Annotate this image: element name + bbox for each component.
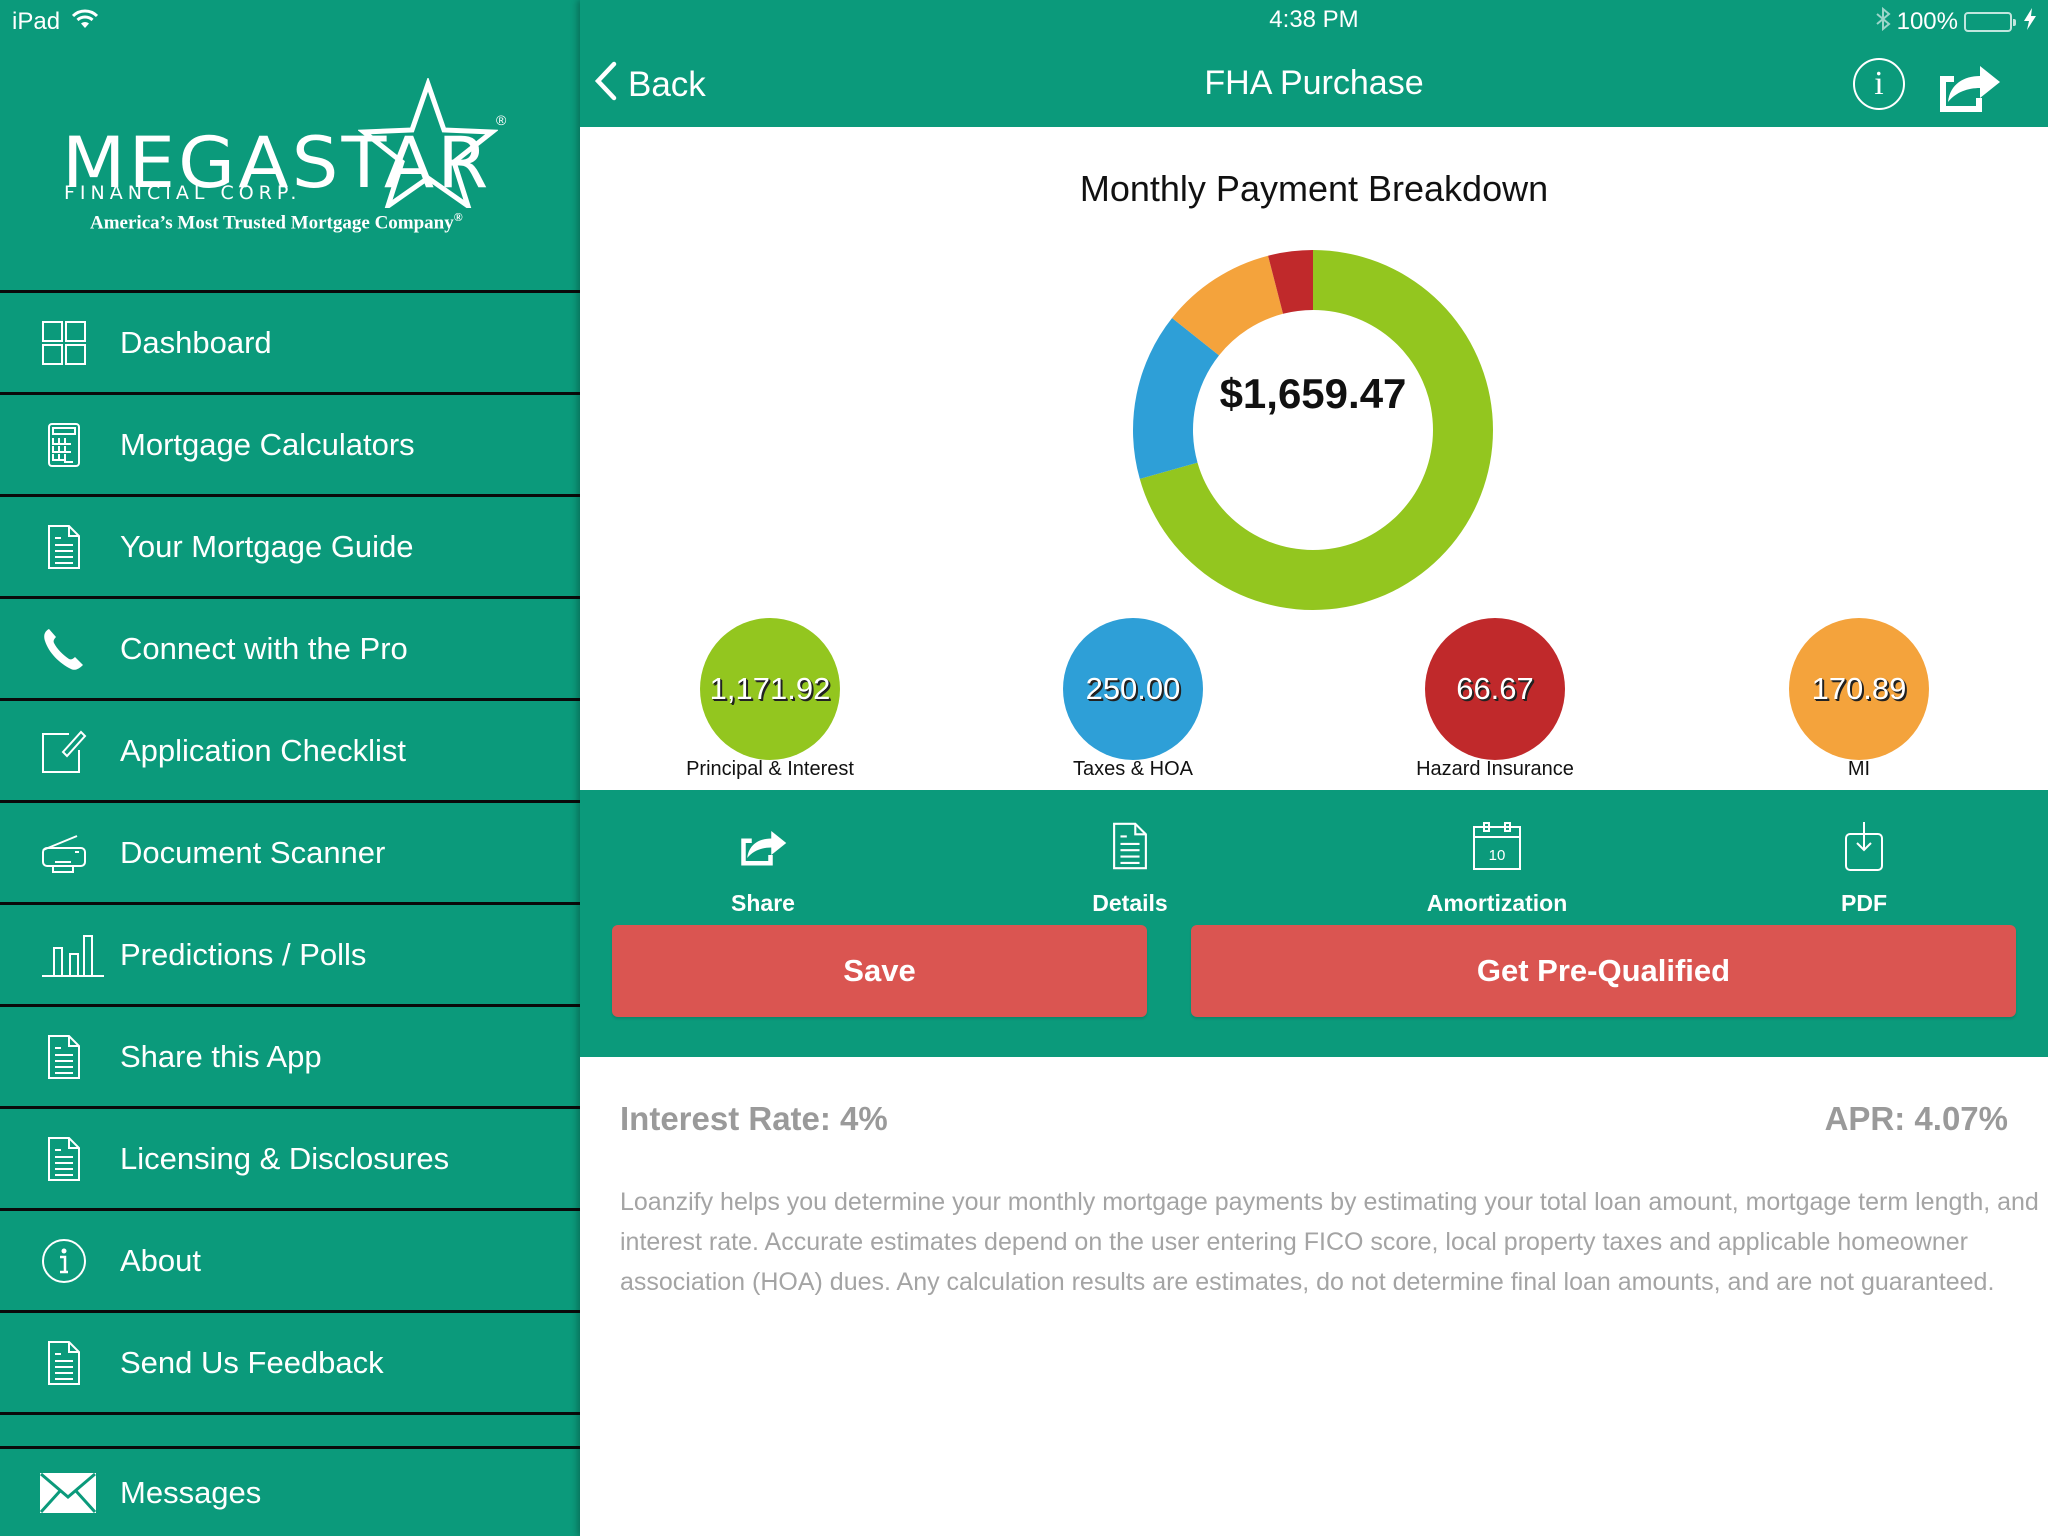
info-button[interactable]: i [1853, 58, 1905, 110]
charging-bolt-icon [2024, 7, 2036, 37]
sidebar-item-about[interactable]: About [0, 1208, 580, 1310]
dashboard-grid-icon [38, 317, 90, 369]
sidebar-item-your-mortgage-guide[interactable]: Your Mortgage Guide [0, 494, 580, 596]
sidebar-item-label: Messages [120, 1474, 262, 1510]
payment-donut-chart [1133, 250, 1493, 610]
document-icon [38, 521, 90, 573]
sidebar-item-label: Connect with the Pro [120, 630, 408, 666]
megastar-logo: MEGASTAR ® FINANCIAL CORP. America’s Mos… [0, 70, 580, 250]
sidebar-item-label: About [120, 1242, 202, 1278]
star-icon [358, 78, 498, 208]
sidebar-item-application-checklist[interactable]: Application Checklist [0, 698, 580, 800]
logo-subtitle: FINANCIAL CORP. [64, 182, 302, 204]
sidebar-item-label: Your Mortgage Guide [120, 528, 414, 564]
amortization-action[interactable]: 10 Amortization [1367, 808, 1627, 916]
status-bar-left: iPad [12, 6, 99, 38]
edit-checklist-icon [38, 725, 90, 777]
sidebar-item-document-scanner[interactable]: Document Scanner [0, 800, 580, 902]
sidebar-item-connect-with-the-pro[interactable]: Connect with the Pro [0, 596, 580, 698]
donut-total: $1,659.47 [1219, 370, 1407, 417]
share-label: Share [731, 890, 795, 916]
bubble-label: Taxes & HOA [1072, 758, 1194, 780]
sidebar-item-label: Document Scanner [120, 834, 386, 870]
pdf-label: PDF [1841, 890, 1887, 916]
envelope-icon [38, 1467, 98, 1519]
pdf-action[interactable]: PDF [1734, 808, 1994, 916]
sidebar-item-messages[interactable]: Messages [0, 1446, 580, 1536]
share-button[interactable] [1936, 58, 2002, 114]
sidebar-item-label: Application Checklist [120, 732, 407, 768]
registered-mark: ® [496, 112, 507, 128]
bar-chart-icon [38, 929, 108, 981]
main-content: 4:38 PM 100% Back FHA Purchase i Monthly… [580, 0, 2048, 1536]
info-icon: i [1874, 65, 1884, 102]
sidebar-item-label: Mortgage Calculators [120, 426, 415, 462]
chart-title: Monthly Payment Breakdown [1079, 168, 1549, 209]
sidebar-menu: Dashboard Mortgage Calculators Your Mort… [0, 290, 580, 1536]
calendar-icon: 10 [1467, 818, 1527, 874]
bubble-label: Hazard Insurance [1416, 758, 1574, 780]
sidebar-item-label: Dashboard [120, 324, 272, 360]
share-icon [1940, 66, 2000, 112]
logo-tagline: America’s Most Trusted Mortgage Company® [90, 210, 463, 234]
document-icon [38, 1133, 90, 1185]
sidebar-item-dashboard[interactable]: Dashboard [0, 290, 580, 392]
amortization-label: Amortization [1426, 890, 1568, 916]
document-icon [38, 1031, 90, 1083]
navigation-bar: 4:38 PM 100% Back FHA Purchase i [580, 0, 2048, 127]
tagline-text: America’s Most Trusted Mortgage Company [90, 212, 454, 234]
sidebar-item-label: Send Us Feedback [120, 1344, 384, 1380]
status-bar-right: 100% [1875, 6, 2036, 38]
apr-rate: APR: 4.07% [1824, 1100, 2008, 1137]
bubble-value: 1,171.92 [709, 671, 831, 706]
share-action[interactable]: Share [633, 808, 893, 916]
get-pre-qualified-button[interactable]: Get Pre-Qualified [1191, 925, 2016, 1017]
download-icon [1834, 818, 1894, 874]
sidebar-item-predictions-polls[interactable]: Predictions / Polls [0, 902, 580, 1004]
tagline-registered: ® [453, 210, 463, 224]
scanner-icon [38, 827, 90, 879]
sidebar-item-mortgage-calculators[interactable]: Mortgage Calculators [0, 392, 580, 494]
sidebar-item-licensing-disclosures[interactable]: Licensing & Disclosures [0, 1106, 580, 1208]
share-icon [733, 818, 793, 874]
calendar-day: 10 [1489, 847, 1506, 864]
sidebar-item-label: Share this App [120, 1038, 322, 1074]
bubble-label: MI [1847, 758, 1871, 780]
sidebar-item-label: Licensing & Disclosures [120, 1140, 450, 1176]
phone-icon [38, 623, 90, 675]
interest-rate: Interest Rate: 4% [620, 1100, 888, 1137]
bubble-label: Principal & Interest [686, 758, 854, 780]
details-label: Details [1092, 890, 1168, 916]
status-time: 4:38 PM [1269, 6, 1359, 33]
bubble-mi: 170.89 [1789, 618, 1929, 760]
details-action[interactable]: Details [1000, 808, 1260, 916]
sidebar-item-share-this-app[interactable]: Share this App [0, 1004, 580, 1106]
page-title: FHA Purchase [1204, 64, 1424, 102]
wifi-icon [71, 8, 99, 36]
action-toolbar: Share Details 10 Amortization PDF Save G… [580, 790, 2048, 1057]
bubble-taxes-hoa: 250.00 [1063, 618, 1203, 760]
bubble-value: 66.67 [1456, 671, 1534, 706]
bubble-value: 250.00 [1085, 671, 1181, 706]
sidebar-divider [0, 1412, 580, 1446]
sidebar-item-send-us-feedback[interactable]: Send Us Feedback [0, 1310, 580, 1412]
battery-percent: 100% [1896, 8, 1958, 35]
document-icon [1100, 818, 1160, 874]
bubble-hazard-insurance: 66.67 [1425, 618, 1565, 760]
sidebar-item-label: Predictions / Polls [120, 936, 367, 972]
bluetooth-icon [1875, 6, 1891, 38]
calculator-icon [38, 419, 90, 471]
disclaimer-text: Loanzify helps you determine your monthl… [620, 1188, 2039, 1296]
document-icon [38, 1337, 90, 1389]
bubble-value: 170.89 [1811, 671, 1907, 706]
save-button[interactable]: Save [612, 925, 1147, 1017]
sidebar: iPad MEGASTAR ® FINANCIAL CORP. America’… [0, 0, 580, 1536]
bubble-principal-interest: 1,171.92 [700, 618, 840, 760]
battery-icon [1964, 12, 2016, 32]
info-icon [38, 1235, 90, 1287]
device-name: iPad [12, 8, 61, 35]
